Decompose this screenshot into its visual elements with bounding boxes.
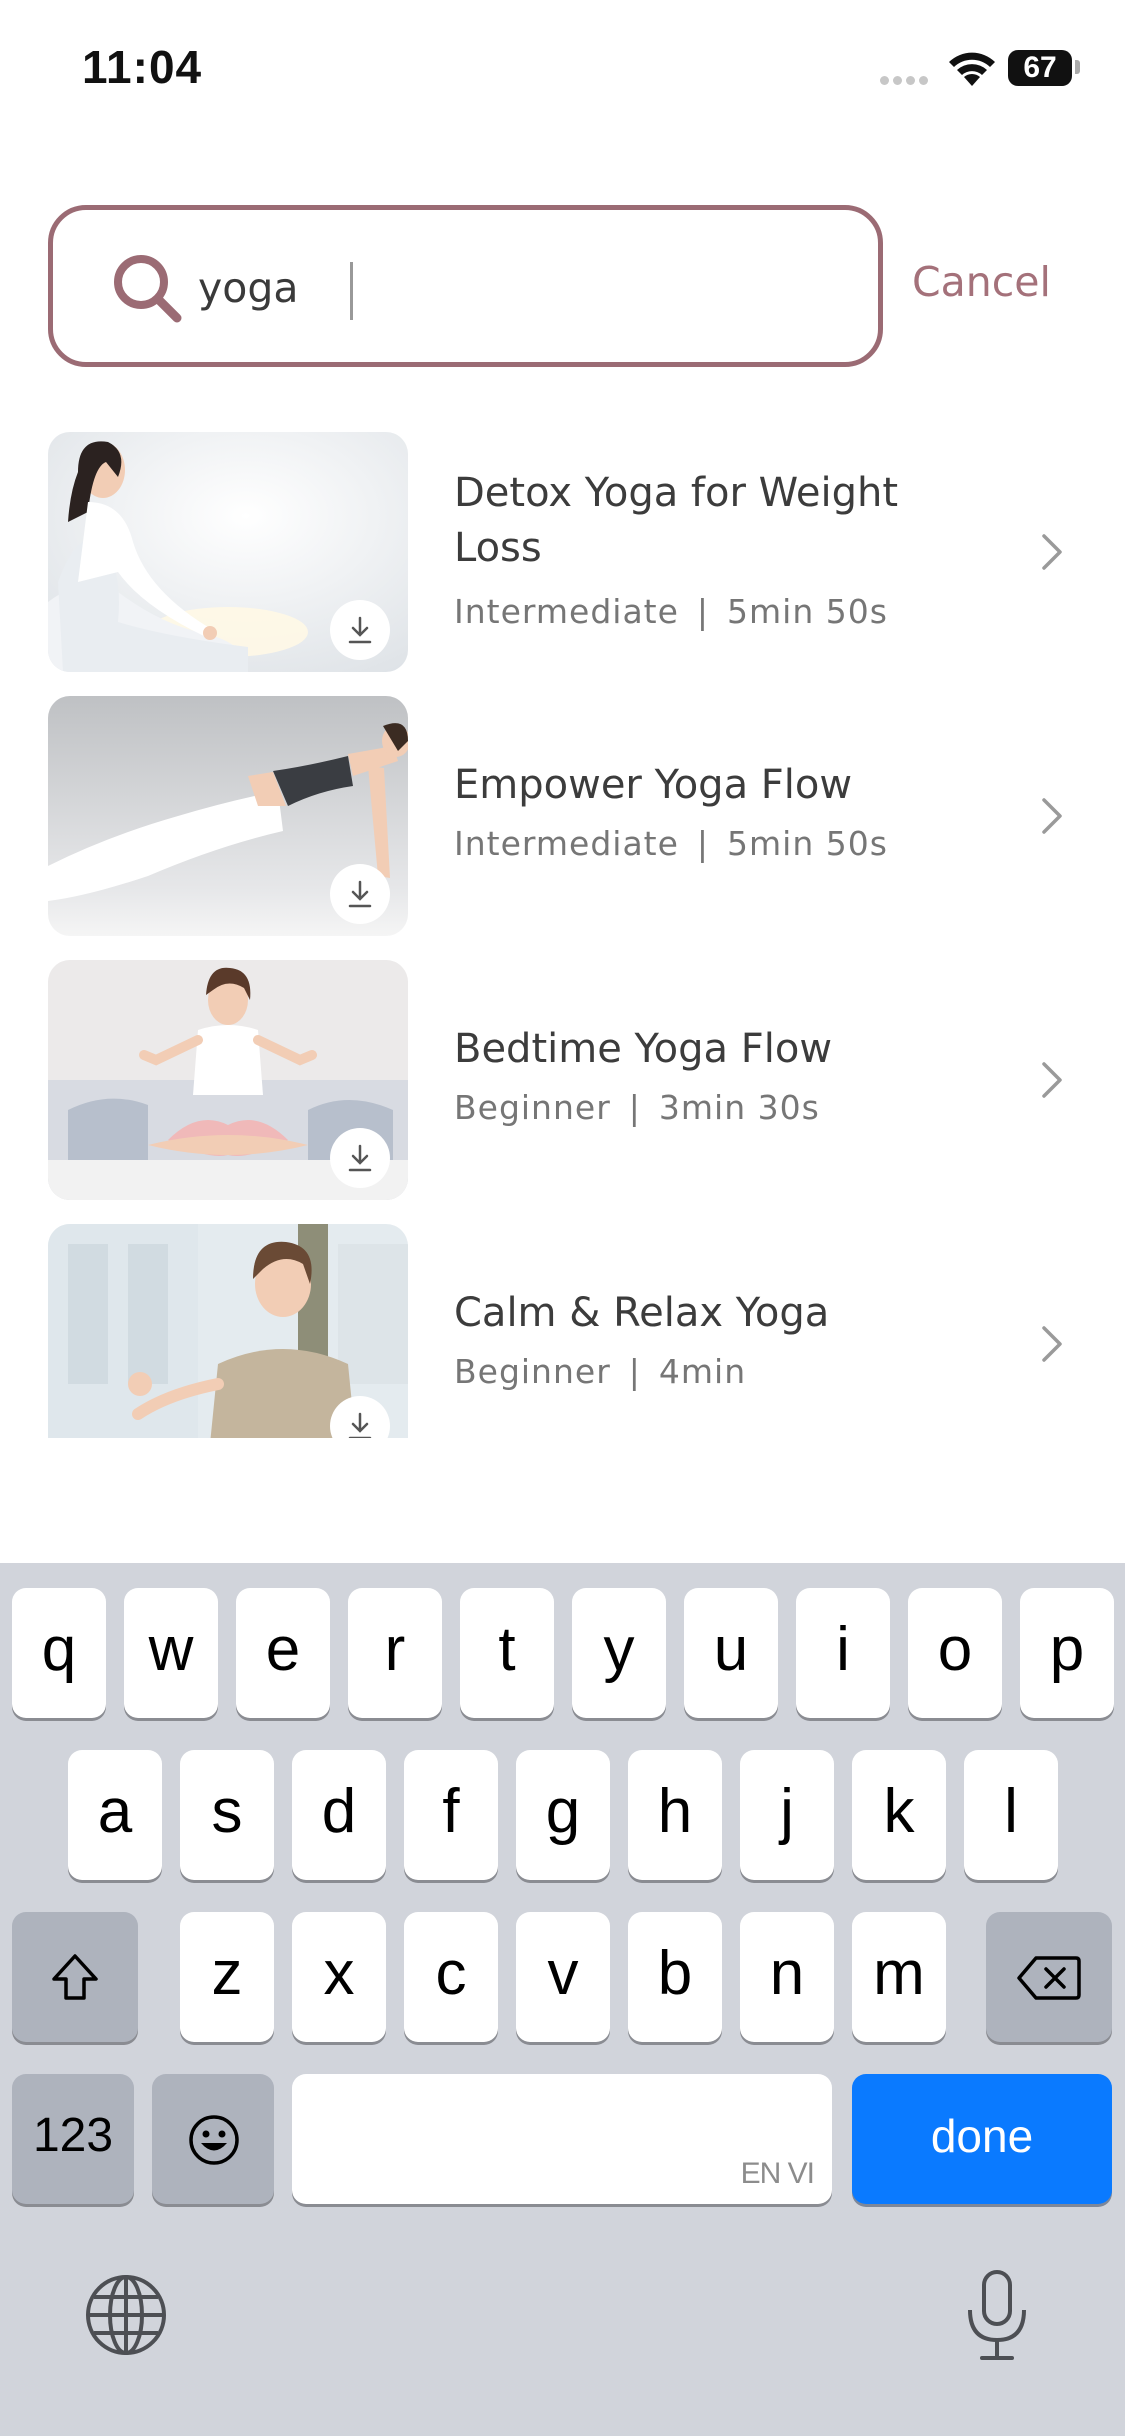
key-p[interactable]: p: [1020, 1588, 1114, 1718]
results-list[interactable]: Detox Yoga for Weight Loss Intermediate |…: [0, 430, 1125, 1438]
key-z[interactable]: z: [180, 1912, 274, 2042]
key-f[interactable]: f: [404, 1750, 498, 1880]
key-t[interactable]: t: [460, 1588, 554, 1718]
key-h[interactable]: h: [628, 1750, 722, 1880]
key-l[interactable]: l: [964, 1750, 1058, 1880]
workout-meta: Beginner | 3min 30s: [454, 1088, 820, 1127]
mic-icon[interactable]: [962, 2268, 1032, 2364]
shift-key[interactable]: [12, 1912, 138, 2042]
chevron-right-icon: [1042, 798, 1062, 834]
key-c[interactable]: c: [404, 1912, 498, 2042]
list-item[interactable]: Empower Yoga Flow Intermediate | 5min 50s: [0, 694, 1125, 936]
workout-title: Empower Yoga Flow: [454, 762, 853, 808]
search-icon: [114, 255, 182, 323]
list-item[interactable]: Bedtime Yoga Flow Beginner | 3min 30s: [0, 958, 1125, 1200]
key-y[interactable]: y: [572, 1588, 666, 1718]
key-s[interactable]: s: [180, 1750, 274, 1880]
key-n[interactable]: n: [740, 1912, 834, 2042]
battery-nub: [1075, 60, 1080, 74]
status-bar: 11:04 67: [0, 0, 1125, 140]
key-q[interactable]: q: [12, 1588, 106, 1718]
workout-meta: Intermediate | 5min 50s: [454, 592, 888, 631]
shift-icon: [52, 1954, 98, 2000]
key-i[interactable]: i: [796, 1588, 890, 1718]
backspace-key[interactable]: [986, 1912, 1112, 2042]
workout-duration: 4min: [658, 1352, 747, 1391]
cellular-signal-icon: [880, 72, 932, 90]
key-e[interactable]: e: [236, 1588, 330, 1718]
space-bar[interactable]: EN VI: [292, 2074, 832, 2204]
workout-title: Detox Yoga for Weight Loss: [454, 470, 899, 571]
workout-thumbnail: [48, 960, 408, 1200]
workout-thumbnail: [48, 432, 408, 672]
done-key[interactable]: done: [852, 2074, 1112, 2204]
workout-duration: 3min 30s: [658, 1088, 820, 1127]
emoji-icon: [189, 2115, 239, 2165]
key-b[interactable]: b: [628, 1912, 722, 2042]
workout-duration: 5min 50s: [727, 592, 888, 631]
meta-separator: |: [628, 1088, 641, 1127]
key-o[interactable]: o: [908, 1588, 1002, 1718]
download-icon[interactable]: [330, 1128, 390, 1188]
workout-level: Intermediate: [454, 824, 679, 863]
wifi-icon: [949, 52, 995, 86]
key-x[interactable]: x: [292, 1912, 386, 2042]
workout-level: Intermediate: [454, 592, 679, 631]
emoji-key[interactable]: [152, 2074, 274, 2204]
workout-level: Beginner: [454, 1352, 611, 1391]
chevron-right-icon: [1042, 1062, 1062, 1098]
workout-title: Calm & Relax Yoga: [454, 1290, 830, 1336]
workout-level: Beginner: [454, 1088, 611, 1127]
numbers-key[interactable]: 123: [12, 2074, 134, 2204]
status-time: 11:04: [82, 41, 203, 93]
key-d[interactable]: d: [292, 1750, 386, 1880]
download-icon[interactable]: [330, 864, 390, 924]
key-g[interactable]: g: [516, 1750, 610, 1880]
backspace-icon: [1017, 1956, 1081, 2000]
workout-duration: 5min 50s: [727, 824, 888, 863]
search-input[interactable]: [198, 258, 818, 318]
download-icon[interactable]: [330, 600, 390, 660]
workout-meta: Intermediate | 5min 50s: [454, 824, 888, 863]
meta-separator: |: [628, 1352, 641, 1391]
cancel-button[interactable]: Cancel: [912, 258, 1051, 306]
key-m[interactable]: m: [852, 1912, 946, 2042]
chevron-right-icon: [1042, 1326, 1062, 1362]
key-a[interactable]: a: [68, 1750, 162, 1880]
workout-title: Bedtime Yoga Flow: [454, 1026, 833, 1072]
key-j[interactable]: j: [740, 1750, 834, 1880]
battery-icon: 67: [1008, 50, 1072, 86]
workout-thumbnail: [48, 696, 408, 936]
key-w[interactable]: w: [124, 1588, 218, 1718]
key-r[interactable]: r: [348, 1588, 442, 1718]
meta-separator: |: [696, 824, 710, 863]
workout-meta: Beginner | 4min: [454, 1352, 746, 1391]
chevron-right-icon: [1042, 534, 1062, 570]
workout-thumbnail: [48, 1224, 408, 1438]
list-item[interactable]: Detox Yoga for Weight Loss Intermediate |…: [0, 430, 1125, 672]
space-language-label: EN VI: [740, 2157, 815, 2190]
text-caret: [350, 262, 353, 320]
meta-separator: |: [696, 592, 710, 631]
list-item[interactable]: Calm & Relax Yoga Beginner | 4min: [0, 1222, 1125, 1438]
key-u[interactable]: u: [684, 1588, 778, 1718]
key-v[interactable]: v: [516, 1912, 610, 2042]
globe-icon[interactable]: [84, 2273, 168, 2357]
key-k[interactable]: k: [852, 1750, 946, 1880]
search-field[interactable]: [48, 205, 883, 367]
